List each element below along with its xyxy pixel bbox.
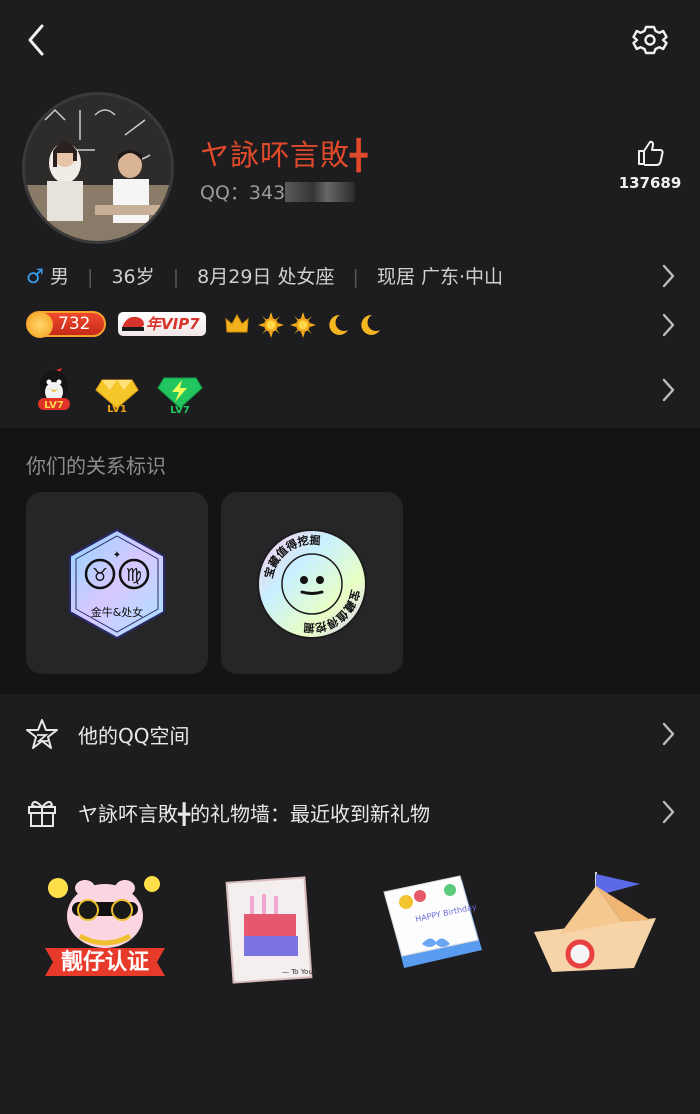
card-text: — To You! [282,968,316,976]
gift-wall-link[interactable]: ヤ詠吥言敗╋的礼物墙：最近收到新礼物 [26,790,676,834]
qzone-label: 他的QQ空间 [78,724,190,748]
chevron-right-icon [662,722,675,746]
separator: | [172,266,180,288]
like-count: 137689 [618,174,682,192]
star-icon [26,719,58,749]
service-level-row[interactable]: LV7 LV1 LV7 [26,364,676,420]
qq-number-mask [285,182,356,202]
gift-item-birthday-book[interactable]: HAPPY Birthday [380,866,510,990]
birthday-book-gift-icon: HAPPY Birthday [383,875,482,968]
moon-icon [361,314,380,335]
svg-text:✦: ✦ [113,550,121,561]
back-button[interactable] [22,22,54,58]
svg-text:♉: ♉ [92,565,108,586]
avatar[interactable] [22,92,174,244]
gear-icon [632,25,668,55]
qq-number-text: QQ：343 [200,182,286,204]
sun-coin-icon [27,312,53,338]
vip-badge: 年VIP7 [118,312,206,336]
yellow-diamond-level-icon: LV1 [95,379,139,415]
sun-icon [290,312,316,338]
gift-icon [28,801,56,827]
zodiac-label: 金牛&处女 [91,605,144,619]
separator: | [87,266,94,288]
thumbs-up-icon [638,140,664,166]
birthday-card-gift-icon: — To You! [225,876,316,984]
gift-wall-label: ヤ詠吥言敗╋的礼物墙：最近收到新礼物 [78,802,431,826]
treasure-badge-icon: 宝藏值得挖掘 宝藏值得挖掘 [257,529,367,639]
lv-label: LV7 [44,400,64,411]
level-badge: 732 [26,311,106,338]
nickname: ヤ詠吥言敗╋ [200,138,369,172]
level-number: 732 [58,314,91,334]
chevron-right-icon [662,378,675,402]
green-lightning-level-icon: LV7 [157,377,203,416]
moon-icon [329,314,348,335]
vip-hat-icon [122,316,144,331]
qq-penguin-level-icon: LV7 [38,364,70,411]
gift-item-birthday-card[interactable]: — To You! [222,866,352,990]
age-text: 36岁 [111,266,155,288]
gift-item-paper-boat[interactable] [530,866,660,990]
location-text: 现居 广东·中山 [376,266,504,288]
qq-number: QQ：343 [200,178,356,205]
cool-pig-gift-icon: 靓仔认证 [45,876,165,976]
like-button[interactable]: 137689 [612,138,688,202]
lv-label: LV7 [170,405,190,416]
zodiac-relationship-card[interactable]: ♉ ♍ ✦ 金牛&处女 [26,492,208,674]
chevron-right-icon [662,313,675,337]
lv-label: LV1 [107,404,127,415]
chevron-right-icon [662,800,675,824]
gift-item-pig[interactable]: 靓仔认证 [40,866,170,990]
profile-info-row[interactable]: ♂ 男 | 36岁 | 8月29日 处女座 | 现居 广东·中山 [26,262,676,294]
birthday-text: 8月29日 处女座 [197,266,335,288]
gender-male-icon: ♂ [26,264,44,288]
relationship-title: 你们的关系标识 [26,454,166,478]
zodiac-badge-icon: ♉ ♍ ✦ 金牛&处女 [69,528,165,640]
settings-button[interactable] [632,20,668,60]
paper-boat-gift-icon [534,872,656,972]
separator: | [352,266,359,288]
avatar-photo [25,95,171,241]
chevron-right-icon [662,264,675,288]
qzone-link[interactable]: 他的QQ空间 [26,712,676,756]
crown-icon [225,313,249,333]
badge-row[interactable]: 732 年VIP7 [26,308,676,342]
treasure-relationship-card[interactable]: 宝藏值得挖掘 宝藏值得挖掘 [221,492,403,674]
sun-icon [258,312,284,338]
top-bar [0,0,700,80]
vip-text: 年VIP7 [146,315,200,333]
gender-text: 男 [49,266,69,288]
svg-text:♍: ♍ [126,565,142,586]
chevron-left-icon [28,24,44,56]
pig-banner-text: 靓仔认证 [61,949,149,975]
